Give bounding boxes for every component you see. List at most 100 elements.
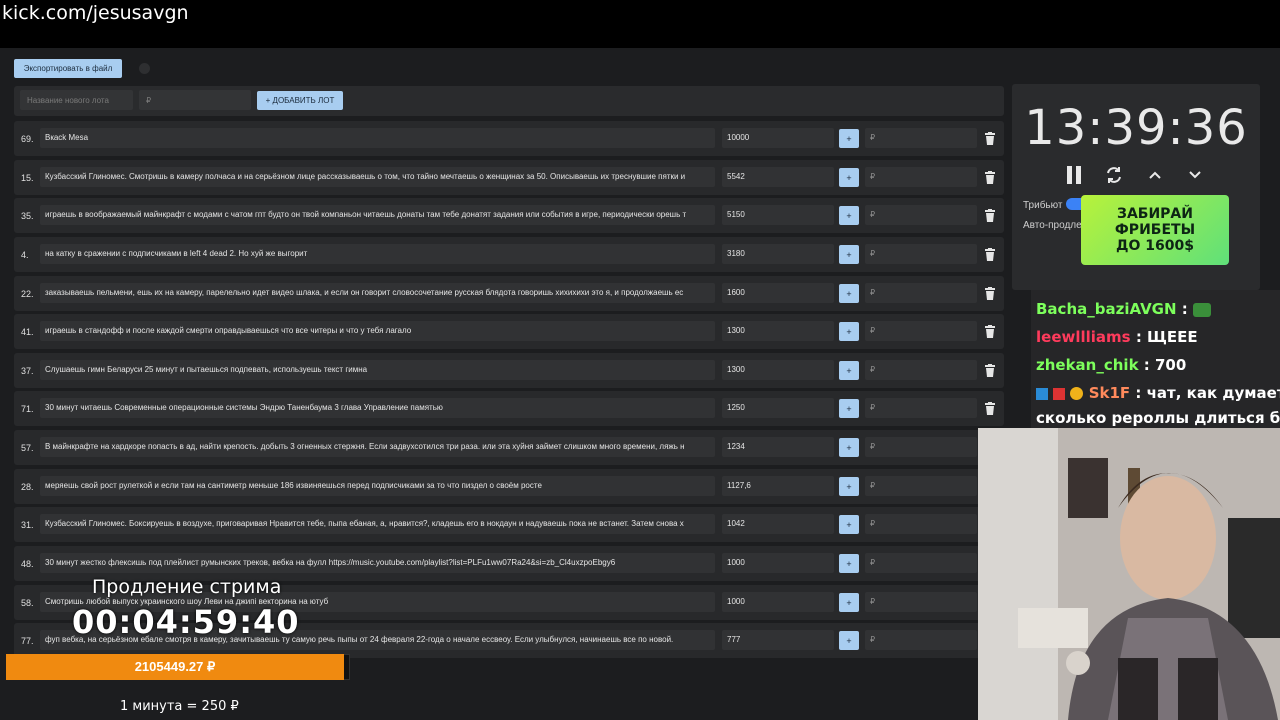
lot-add-amount-input[interactable]: ₽ <box>865 321 977 341</box>
lot-add-amount-button[interactable]: + <box>839 206 859 225</box>
add-lot-button[interactable]: + ДОБАВИТЬ ЛОТ <box>257 91 343 110</box>
lot-add-amount-input[interactable]: ₽ <box>865 553 977 573</box>
extension-timer: 00:04:59:40 <box>72 603 300 641</box>
chat-message: Bacha_baziAVGN : <box>1036 300 1211 318</box>
lot-row: 35. играешь в воображаемый майнкрафт с мо… <box>14 198 1004 233</box>
lot-title-field[interactable]: играешь в воображаемый майнкрафт с модам… <box>40 205 715 225</box>
lot-add-amount-button[interactable]: + <box>839 129 859 148</box>
lot-add-amount-input[interactable]: ₽ <box>865 630 977 650</box>
lot-add-amount-input[interactable]: ₽ <box>865 360 977 380</box>
lot-add-amount-input[interactable]: ₽ <box>865 283 977 303</box>
lot-amount-field[interactable]: 777 <box>722 630 834 650</box>
badge-icon <box>1036 387 1048 400</box>
trash-icon[interactable] <box>984 402 996 415</box>
lot-amount-field[interactable]: 5542 <box>722 167 834 187</box>
lot-add-amount-button[interactable]: + <box>839 284 859 303</box>
lot-add-amount-button[interactable]: + <box>839 245 859 264</box>
trash-icon[interactable] <box>984 132 996 145</box>
pause-icon[interactable] <box>1062 163 1086 187</box>
chat-username: zhekan_chik <box>1036 356 1139 374</box>
lot-add-amount-button[interactable]: + <box>839 322 859 341</box>
lot-row: 71. 30 минут читаешь Современные операцио… <box>14 391 1004 426</box>
lot-amount-field[interactable]: 1300 <box>722 360 834 380</box>
lot-add-amount-input[interactable]: ₽ <box>865 398 977 418</box>
lot-title-field[interactable]: Кузбасский Глиномес. Смотришь в камеру п… <box>40 167 715 187</box>
lot-number: 69. <box>21 134 34 144</box>
trash-icon[interactable] <box>984 287 996 300</box>
lot-title-field[interactable]: В майнкрафте на хардкоре попасть в ад, н… <box>40 437 715 457</box>
lot-add-amount-input[interactable]: ₽ <box>865 514 977 534</box>
lot-title-field[interactable]: 30 минут читаешь Современные операционны… <box>40 398 715 418</box>
lot-number: 77. <box>21 636 34 646</box>
lot-amount-field[interactable]: 10000 <box>722 128 834 148</box>
lot-amount-field[interactable]: 5150 <box>722 205 834 225</box>
lot-title-field[interactable]: заказываешь пельмени, ешь их на камеру, … <box>40 283 715 303</box>
reset-icon[interactable] <box>1102 163 1126 187</box>
lot-row: 4. на катку в сражении с подписчиками в l… <box>14 237 1004 272</box>
trash-icon[interactable] <box>984 325 996 338</box>
lot-title-field[interactable]: Кузбасский Глиномес. Боксируешь в воздух… <box>40 514 715 534</box>
lot-add-amount-button[interactable]: + <box>839 399 859 418</box>
lot-add-amount-button[interactable]: + <box>839 515 859 534</box>
lot-add-amount-button[interactable]: + <box>839 438 859 457</box>
lot-number: 4. <box>21 250 29 260</box>
lot-row: 15. Кузбасский Глиномес. Смотришь в камер… <box>14 160 1004 195</box>
lot-amount-field[interactable]: 1250 <box>722 398 834 418</box>
lot-add-amount-input[interactable]: ₽ <box>865 437 977 457</box>
lot-add-amount-input[interactable]: ₽ <box>865 128 977 148</box>
lot-amount-field[interactable]: 1127,6 <box>722 476 834 496</box>
extension-title: Продление стрима <box>92 576 282 598</box>
lot-add-amount-input[interactable]: ₽ <box>865 167 977 187</box>
lot-row: 37. Слушаешь гимн Беларуси 25 минут и пыт… <box>14 353 1004 388</box>
freebet-ad-banner[interactable]: ЗАБИРАЙ ФРИБЕТЫ ДО 1600$ <box>1081 195 1229 265</box>
lot-add-amount-button[interactable]: + <box>839 361 859 380</box>
lot-title-field[interactable]: на катку в сражении с подписчиками в lef… <box>40 244 715 264</box>
lot-title-field[interactable]: Bкack Mesa <box>40 128 715 148</box>
trash-icon[interactable] <box>984 248 996 261</box>
lot-number: 15. <box>21 173 34 183</box>
lot-add-amount-button[interactable]: + <box>839 631 859 650</box>
lot-amount-field[interactable]: 1000 <box>722 553 834 573</box>
lot-name-input[interactable]: Название нового лота <box>20 90 133 110</box>
lot-amount-field[interactable]: 1600 <box>722 283 834 303</box>
lot-amount-input[interactable]: ₽ <box>139 90 251 110</box>
lot-number: 57. <box>21 443 34 453</box>
trash-icon[interactable] <box>984 171 996 184</box>
lot-add-amount-button[interactable]: + <box>839 554 859 573</box>
lot-number: 71. <box>21 404 34 414</box>
lot-title-field[interactable]: 30 минут жестко флексишь под плейлист ру… <box>40 553 715 573</box>
chat-message: zhekan_chik : 700 <box>1036 356 1187 374</box>
lot-number: 48. <box>21 559 34 569</box>
chevron-down-icon[interactable] <box>1183 163 1207 187</box>
lot-amount-field[interactable]: 1042 <box>722 514 834 534</box>
lot-amount-field[interactable]: 1000 <box>722 592 834 612</box>
lot-amount-field[interactable]: 3180 <box>722 244 834 264</box>
lot-number: 58. <box>21 598 34 608</box>
lot-number: 35. <box>21 211 34 221</box>
auto-extend-label: Авто-продле <box>1023 220 1082 231</box>
chat-username: Bacha_baziAVGN <box>1036 300 1177 318</box>
page-url[interactable]: kick.com/jesusavgn <box>2 2 189 24</box>
lot-add-amount-button[interactable]: + <box>839 477 859 496</box>
trash-icon[interactable] <box>984 364 996 377</box>
lot-amount-field[interactable]: 1234 <box>722 437 834 457</box>
chat-message: Sk1F : чат, как думаете, <box>1036 384 1280 402</box>
ad-line-3: ДО 1600$ <box>1116 238 1194 254</box>
chat-overlay: Bacha_baziAVGN : leewllliams : ЩЕЕЕ zhek… <box>1031 290 1280 430</box>
lot-number: 28. <box>21 482 34 492</box>
lot-add-amount-input[interactable]: ₽ <box>865 205 977 225</box>
lot-add-amount-input[interactable]: ₽ <box>865 476 977 496</box>
lot-add-amount-input[interactable]: ₽ <box>865 592 977 612</box>
export-button[interactable]: Экспортировать в файл <box>14 59 122 78</box>
lot-add-amount-button[interactable]: + <box>839 593 859 612</box>
lot-title-field[interactable]: играешь в стандофф и после каждой смерти… <box>40 321 715 341</box>
lot-title-field[interactable]: Слушаешь гимн Беларуси 25 минут и пытаеш… <box>40 360 715 380</box>
lot-amount-field[interactable]: 1300 <box>722 321 834 341</box>
lot-add-amount-input[interactable]: ₽ <box>865 244 977 264</box>
chat-username: leewllliams <box>1036 328 1131 346</box>
lot-number: 37. <box>21 366 34 376</box>
lot-title-field[interactable]: меряешь свой рост рулеткой и если там на… <box>40 476 715 496</box>
lot-add-amount-button[interactable]: + <box>839 168 859 187</box>
trash-icon[interactable] <box>984 209 996 222</box>
chevron-up-icon[interactable] <box>1143 163 1167 187</box>
